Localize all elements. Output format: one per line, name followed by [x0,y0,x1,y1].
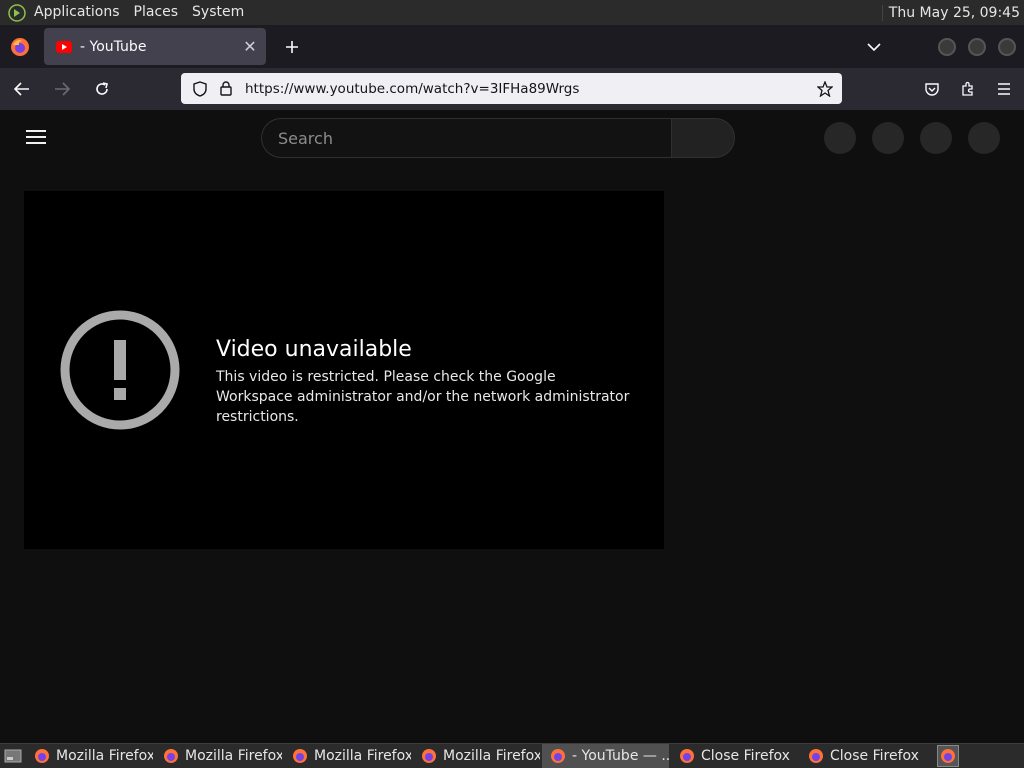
pocket-button[interactable] [918,75,946,103]
taskbar-item-label: Mozilla Firefox [56,748,153,764]
firefox-icon [35,749,49,763]
navigation-toolbar: https://www.youtube.com/watch?v=3IFHa89W… [0,68,1024,110]
puzzle-piece-icon [962,81,973,96]
firefox-icon [680,749,694,763]
taskbar-item-label: Close Firefox [830,748,919,764]
hamburger-menu-icon [998,83,1010,95]
arrow-right-icon [55,82,70,96]
applications-menu[interactable]: Applications [27,0,127,25]
places-menu[interactable]: Places [127,0,186,25]
back-button[interactable] [4,73,40,105]
list-all-tabs-button[interactable] [860,33,888,61]
close-tab-icon[interactable]: ✕ [242,37,258,56]
taskbar: Mozilla Firefox Mozilla Firefox Mozilla … [0,743,1024,768]
system-menu[interactable]: System [185,0,251,25]
masthead-buttons [824,122,1000,154]
error-message: This video is restricted. Please check t… [216,369,630,425]
url-text[interactable]: https://www.youtube.com/watch?v=3IFHa89W… [245,81,814,97]
firefox-icon [164,749,178,763]
extensions-button[interactable] [954,75,982,103]
tracking-protection-shield-icon[interactable] [189,80,211,97]
taskbar-item[interactable]: Mozilla Firefox [26,744,153,768]
taskbar-item-label: Close Firefox [701,748,790,764]
top-panel: Applications Places System Thu May 25, 0… [0,0,1024,25]
taskbar-item[interactable]: Mozilla Firefox [155,744,282,768]
url-bar[interactable]: https://www.youtube.com/watch?v=3IFHa89W… [181,73,842,104]
bookmark-star-icon[interactable] [814,80,836,97]
app-menu-button[interactable] [990,75,1018,103]
tab-title: - YouTube [80,38,147,55]
masthead-button-placeholder[interactable] [824,122,856,154]
lock-icon[interactable] [215,81,237,96]
youtube-page: Search Video unavailable This video is r… [0,110,1024,743]
youtube-favicon-icon [56,40,72,53]
chevron-down-icon [867,42,881,51]
new-tab-button[interactable] [278,33,306,61]
firefox-icon [551,749,565,763]
masthead-button-placeholder[interactable] [920,122,952,154]
reload-icon [96,82,108,95]
taskbar-item-label: Mozilla Firefox [185,748,282,764]
forward-button[interactable] [44,73,80,105]
show-desktop-button[interactable] [2,745,24,767]
taskbar-item[interactable]: Mozilla Firefox [413,744,540,768]
hamburger-line [26,142,46,144]
maximize-window-button[interactable] [968,37,986,56]
firefox-icon [809,749,823,763]
taskbar-item-label: Mozilla Firefox [443,748,540,764]
close-window-button[interactable] [998,37,1016,56]
firefox-icon [941,749,955,763]
toolbar-right [918,68,1018,110]
workspace-switcher[interactable] [937,745,959,767]
guide-menu-button[interactable] [26,130,46,144]
taskbar-item[interactable]: Mozilla Firefox [284,744,411,768]
gnome-foot-icon[interactable] [7,3,27,23]
taskbar-item-label: - YouTube — ... [572,748,669,764]
pocket-icon [925,83,939,96]
window-controls [938,37,1016,56]
error-title: Video unavailable [216,337,412,362]
firefox-icon [11,37,29,56]
firefox-view-button[interactable] [0,25,40,68]
masthead-button-placeholder[interactable] [872,122,904,154]
hamburger-line [26,136,46,138]
taskbar-item-active[interactable]: - YouTube — ... [542,744,669,768]
youtube-search-input[interactable]: Search [261,118,671,158]
minimize-window-button[interactable] [938,37,956,56]
panel-clock[interactable]: Thu May 25, 09:45 [881,4,1024,21]
plus-icon [286,40,298,53]
youtube-search-button[interactable] [671,118,735,158]
hamburger-line [26,130,46,132]
arrow-left-icon [14,82,29,96]
youtube-search-bar: Search [261,118,735,158]
show-desktop-icon [4,749,22,763]
taskbar-item-label: Mozilla Firefox [314,748,411,764]
panel-menus: Applications Places System [0,0,251,25]
reload-button[interactable] [84,73,120,105]
masthead-button-placeholder[interactable] [968,122,1000,154]
tab-strip: - YouTube ✕ [0,25,1024,68]
video-player[interactable]: Video unavailable This video is restrict… [24,191,664,549]
exclamation-circle-icon [60,310,180,430]
firefox-icon [293,749,307,763]
tab-youtube[interactable]: - YouTube ✕ [44,28,266,65]
firefox-icon [422,749,436,763]
taskbar-item[interactable]: Close Firefox [671,744,798,768]
taskbar-item[interactable]: Close Firefox [800,744,927,768]
